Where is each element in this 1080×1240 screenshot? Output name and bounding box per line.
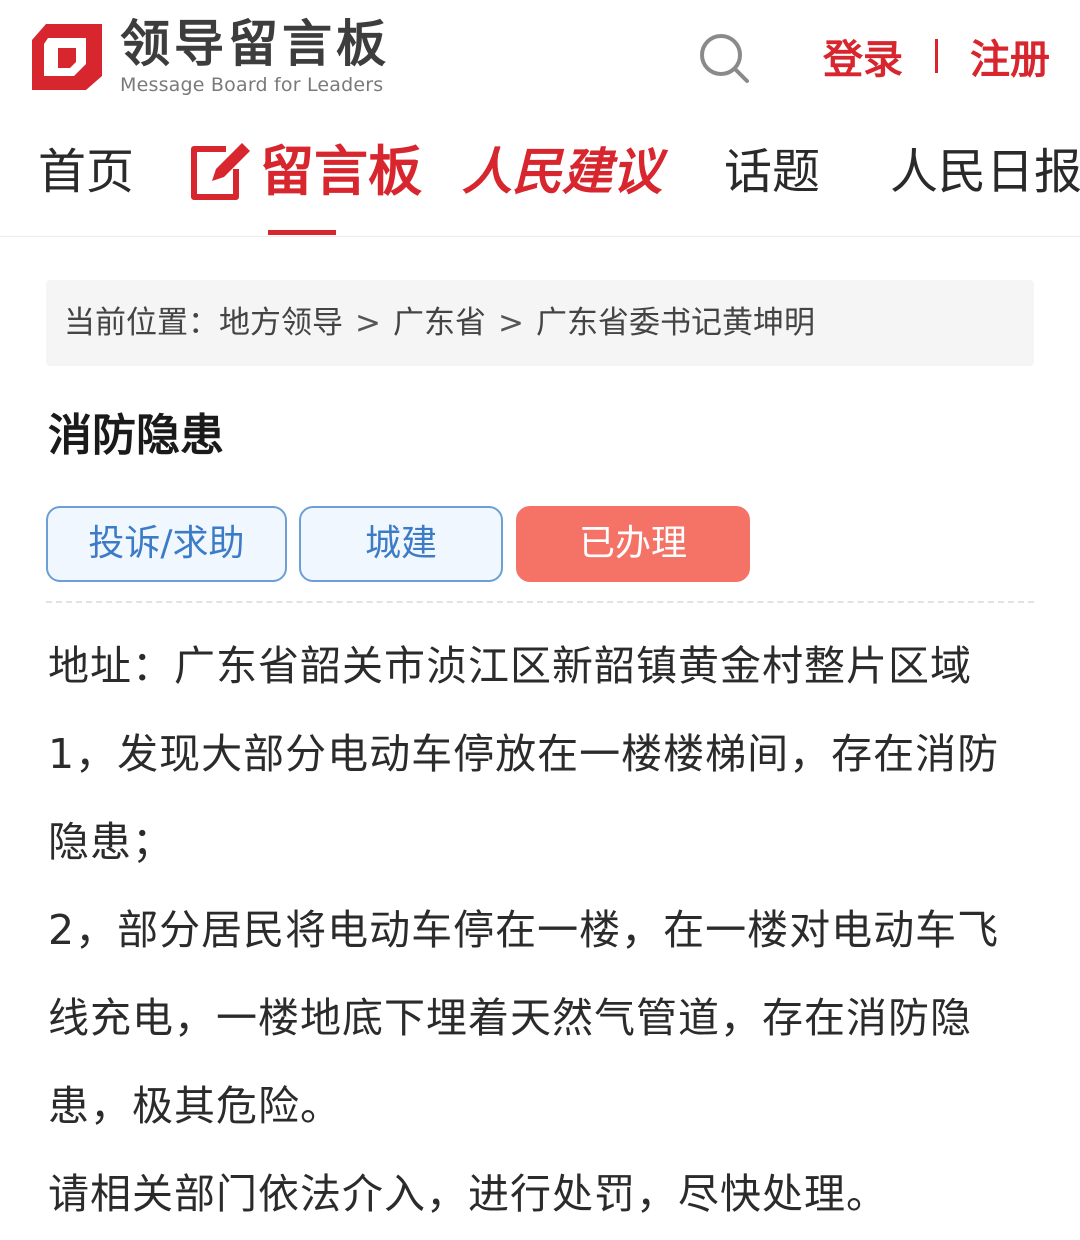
content-divider — [46, 601, 1034, 603]
breadcrumb-item[interactable]: 广东省委书记黄坤明 — [536, 305, 815, 341]
site-header: 领导留言板 Message Board for Leaders 登录 注册 — [0, 0, 1080, 110]
tag-field[interactable]: 城建 — [299, 506, 503, 582]
nav-item-peoples-daily[interactable]: 人民日报 — [890, 138, 1080, 206]
nav-item-message-board[interactable]: 留言板 — [186, 138, 422, 206]
post-tags: 投诉/求助 城建 已办理 — [46, 506, 750, 582]
status-badge: 已办理 — [516, 506, 750, 582]
search-icon[interactable] — [696, 30, 752, 86]
post-paragraph: 请相关部门依法介入，进行处罚，尽快处理。 — [48, 1170, 888, 1218]
logo-title: 领导留言板 — [120, 15, 390, 73]
login-link[interactable]: 登录 — [823, 27, 903, 85]
breadcrumb-item[interactable]: 地方领导 — [219, 305, 343, 341]
site-logo[interactable]: 领导留言板 Message Board for Leaders — [28, 15, 390, 96]
auth-links: 登录 注册 — [823, 28, 1050, 84]
breadcrumb: 当前位置：地方领导 > 广东省 > 广东省委书记黄坤明 — [46, 280, 1034, 366]
breadcrumb-item[interactable]: 广东省 — [393, 305, 486, 341]
breadcrumb-separator: > — [355, 305, 381, 341]
auth-divider — [935, 39, 938, 73]
logo-subtitle: Message Board for Leaders — [120, 74, 384, 96]
breadcrumb-prefix: 当前位置： — [64, 305, 219, 341]
main-nav: 首页 留言板 人民建议 话题 人民日报 — [0, 120, 1080, 237]
post-content: 地址：广东省韶关市浈江区新韶镇黄金村整片区域 1，发现大部分电动车停放在一楼楼梯… — [48, 622, 1038, 1238]
active-tab-indicator — [268, 230, 336, 235]
nav-item-topic[interactable]: 话题 — [724, 138, 820, 206]
nav-item-people-suggestion[interactable]: 人民建议 — [462, 138, 662, 206]
breadcrumb-separator: > — [497, 305, 524, 341]
post-paragraph: 2，部分居民将电动车停在一楼，在一楼对电动车飞线充电，一楼地底下埋着天然气管道，… — [48, 906, 1000, 1130]
post-title: 消防隐患 — [48, 410, 224, 461]
nav-item-home[interactable]: 首页 — [38, 138, 134, 206]
register-link[interactable]: 注册 — [970, 27, 1050, 85]
nav-item-message-board-label: 留言板 — [260, 140, 422, 203]
logo-icon — [32, 24, 102, 90]
post-paragraph: 1，发现大部分电动车停放在一楼楼梯间，存在消防隐患； — [48, 730, 1000, 866]
tag-category[interactable]: 投诉/求助 — [46, 506, 287, 582]
post-address: 地址：广东省韶关市浈江区新韶镇黄金村整片区域 — [48, 642, 972, 690]
edit-icon — [191, 143, 250, 200]
